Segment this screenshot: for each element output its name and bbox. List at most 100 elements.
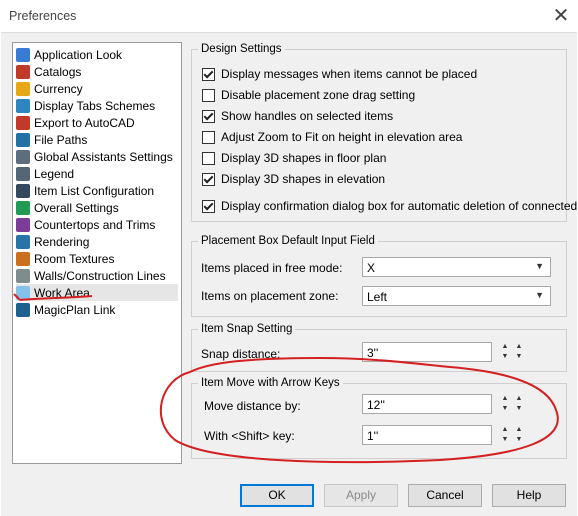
tree-item-label: Overall Settings <box>34 200 119 215</box>
chevron-down-icon: ▼ <box>535 290 544 300</box>
spin-up-icon[interactable]: ▲ <box>509 425 529 435</box>
tree-item-global-assistants-settings[interactable]: Global Assistants Settings <box>16 148 178 165</box>
tree-item-overall-settings[interactable]: Overall Settings <box>16 199 178 216</box>
tree-item-export-to-autocad[interactable]: Export to AutoCAD <box>16 114 178 131</box>
design-option-7[interactable]: Display confirmation dialog box for auto… <box>202 198 578 214</box>
item-snap-legend: Item Snap Setting <box>201 323 293 335</box>
design-option-label: Adjust Zoom to Fit on height in elevatio… <box>221 130 463 144</box>
currency-icon <box>16 81 30 96</box>
tree-item-display-tabs-schemes[interactable]: Display Tabs Schemes <box>16 97 178 114</box>
design-option-label: Display 3D shapes in elevation <box>221 172 386 186</box>
tree-item-label: Global Assistants Settings <box>34 149 173 164</box>
tree-item-label: Application Look <box>34 47 123 62</box>
spin-down-icon[interactable]: ▼ <box>509 404 529 414</box>
walls-icon <box>16 268 30 283</box>
checkbox[interactable] <box>202 151 215 165</box>
design-option-label: Display confirmation dialog box for auto… <box>221 199 578 213</box>
checkbox[interactable] <box>202 88 215 102</box>
spin-up-icon[interactable]: ▲ <box>509 394 529 404</box>
design-option-6[interactable]: Display 3D shapes in elevation <box>202 171 385 187</box>
move-distance-value: 12'' <box>367 398 385 412</box>
tree-item-catalogs[interactable]: Catalogs <box>16 63 178 80</box>
tree-item-label: Walls/Construction Lines <box>34 268 166 283</box>
file-paths-icon <box>16 132 30 147</box>
overall-settings-icon <box>16 200 30 215</box>
design-option-label: Show handles on selected items <box>221 109 394 123</box>
tree-item-label: Catalogs <box>34 64 82 79</box>
checkbox[interactable] <box>202 67 215 81</box>
autocad-icon <box>16 115 30 130</box>
title-bar: Preferences ✕ <box>0 0 578 32</box>
list-icon <box>16 183 30 198</box>
apply-button[interactable]: Apply <box>324 484 398 507</box>
move-distance-spinner-2[interactable]: ▲ ▼ <box>509 394 529 414</box>
placement-zone-select[interactable]: Left ▼ <box>362 286 551 306</box>
cancel-button[interactable]: Cancel <box>408 484 482 507</box>
tree-item-label: Countertops and Trims <box>34 217 156 232</box>
help-button[interactable]: Help <box>492 484 566 507</box>
shift-distance-input[interactable]: 1'' <box>362 425 492 445</box>
rendering-icon <box>16 234 30 249</box>
tree-item-magicplan-link[interactable]: MagicPlan Link <box>16 301 178 318</box>
checkbox[interactable] <box>202 109 215 123</box>
tree-item-file-paths[interactable]: File Paths <box>16 131 178 148</box>
ok-button[interactable]: OK <box>240 484 314 507</box>
category-tree[interactable]: Application Look Catalogs Currency Display … <box>12 42 182 464</box>
shift-distance-spinner-2[interactable]: ▲ ▼ <box>509 425 529 445</box>
design-option-4[interactable]: Adjust Zoom to Fit on height in elevatio… <box>202 129 462 145</box>
snap-distance-spinner-2[interactable]: ▲ ▼ <box>509 342 529 362</box>
free-mode-select[interactable]: X ▼ <box>362 257 551 277</box>
tree-item-label: Export to AutoCAD <box>34 115 135 130</box>
design-option-label: Display 3D shapes in floor plan <box>221 151 387 165</box>
placement-zone-value: Left <box>367 290 388 304</box>
free-mode-label: Items placed in free mode: <box>201 261 343 275</box>
free-mode-value: X <box>367 261 376 275</box>
checkbox[interactable] <box>202 172 215 186</box>
spin-up-icon[interactable]: ▲ <box>509 342 529 352</box>
close-icon[interactable]: ✕ <box>549 4 573 28</box>
application-look-icon <box>16 47 30 62</box>
tabs-icon <box>16 98 30 113</box>
tree-item-label: Work Area <box>34 285 90 300</box>
design-option-5[interactable]: Display 3D shapes in floor plan <box>202 150 386 166</box>
tree-item-legend[interactable]: Legend <box>16 165 178 182</box>
tree-item-countertops-and-trims[interactable]: Countertops and Trims <box>16 216 178 233</box>
item-move-legend: Item Move with Arrow Keys <box>201 377 340 389</box>
tree-item-label: Legend <box>34 166 75 181</box>
tree-item-label: Item List Configuration <box>34 183 155 198</box>
tree-item-room-textures[interactable]: Room Textures <box>16 250 178 267</box>
tree-item-label: File Paths <box>34 132 88 147</box>
design-option-1[interactable]: Display messages when items cannot be pl… <box>202 66 477 82</box>
design-settings-legend: Design Settings <box>201 43 282 55</box>
assistants-icon <box>16 149 30 164</box>
countertops-icon <box>16 217 30 232</box>
chevron-down-icon: ▼ <box>535 261 544 271</box>
snap-distance-value: 3'' <box>367 346 379 360</box>
tree-item-walls-construction-lines[interactable]: Walls/Construction Lines <box>16 267 178 284</box>
work-area-icon <box>16 285 30 300</box>
checkbox[interactable] <box>202 130 215 144</box>
design-option-2[interactable]: Disable placement zone drag setting <box>202 87 415 103</box>
tree-item-label: Room Textures <box>34 251 115 266</box>
spin-down-icon[interactable]: ▼ <box>509 435 529 445</box>
tree-item-label: Rendering <box>34 234 90 249</box>
catalogs-icon <box>16 64 30 79</box>
tree-item-label: Display Tabs Schemes <box>34 98 156 113</box>
design-option-3[interactable]: Show handles on selected items <box>202 108 393 124</box>
spin-down-icon[interactable]: ▼ <box>509 352 529 362</box>
tree-item-item-list-configuration[interactable]: Item List Configuration <box>16 182 178 199</box>
snap-distance-input[interactable]: 3'' <box>362 342 492 362</box>
tree-item-label: MagicPlan Link <box>34 302 116 317</box>
item-move-group: Item Move with Arrow Keys <box>191 377 567 459</box>
move-distance-input[interactable]: 12'' <box>362 394 492 414</box>
tree-item-application-look[interactable]: Application Look <box>16 46 178 63</box>
checkbox[interactable] <box>202 199 215 213</box>
tree-item-rendering[interactable]: Rendering <box>16 233 178 250</box>
placement-zone-label: Items on placement zone: <box>201 289 339 303</box>
tree-item-currency[interactable]: Currency <box>16 80 178 97</box>
tree-item-work-area[interactable]: Work Area <box>16 284 178 301</box>
legend-icon <box>16 166 30 181</box>
move-distance-label: Move distance by: <box>204 399 301 413</box>
magicplan-icon <box>16 302 30 317</box>
tree-item-label: Currency <box>34 81 83 96</box>
